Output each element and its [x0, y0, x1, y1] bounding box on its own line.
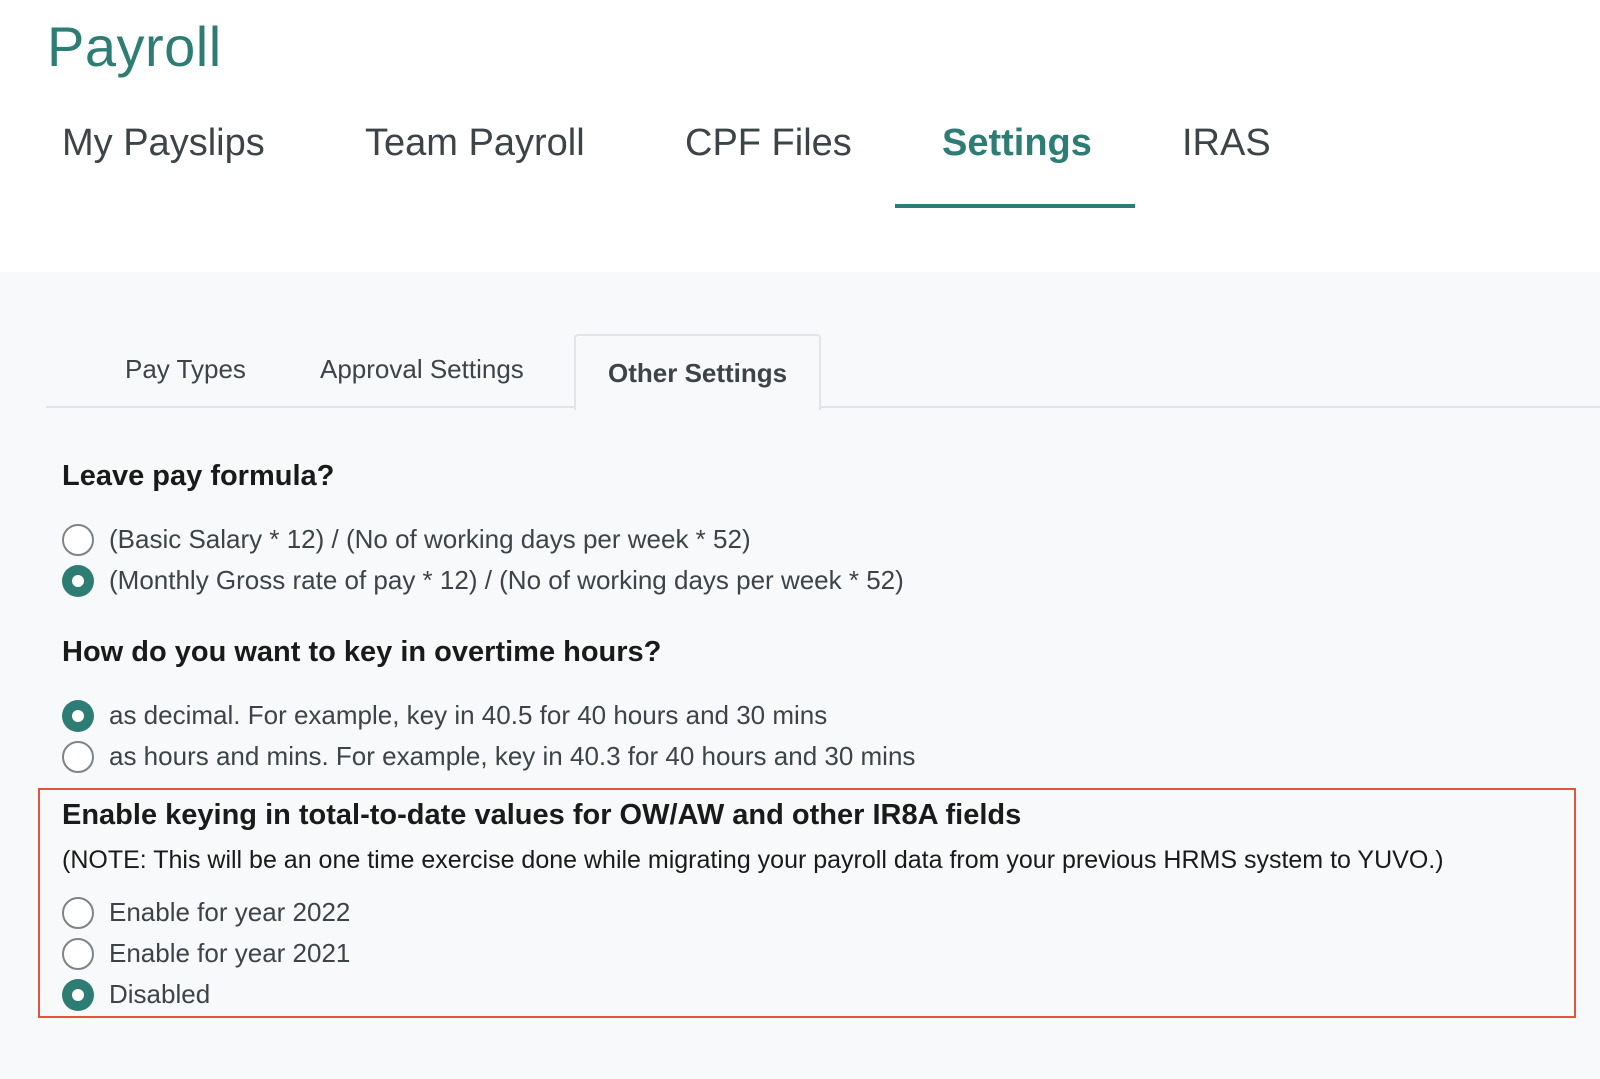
- radio-label: (Monthly Gross rate of pay * 12) / (No o…: [109, 565, 904, 595]
- leave-pay-option-gross[interactable]: (Monthly Gross rate of pay * 12) / (No o…: [62, 560, 904, 601]
- ttd-option-disabled[interactable]: Disabled: [62, 974, 350, 1015]
- radio-checked-icon[interactable]: [62, 564, 94, 597]
- total-to-date-section: Enable keying in total-to-date values fo…: [62, 799, 1444, 875]
- total-to-date-title: Enable keying in total-to-date values fo…: [62, 799, 1022, 831]
- sub-tab-other-settings[interactable]: Other Settings: [574, 334, 822, 410]
- radio-unchecked-icon[interactable]: [62, 896, 94, 929]
- leave-pay-section: Leave pay formula?: [62, 460, 334, 493]
- main-tab-bar: My Payslips Team Payroll CPF Files Setti…: [0, 100, 1600, 210]
- overtime-option-decimal[interactable]: as decimal. For example, key in 40.5 for…: [62, 695, 915, 736]
- total-to-date-options: Enable for year 2022 Enable for year 202…: [62, 892, 350, 1015]
- overtime-option-hours-mins[interactable]: as hours and mins. For example, key in 4…: [62, 736, 915, 777]
- sub-tab-divider: [46, 406, 1600, 408]
- radio-label: as decimal. For example, key in 40.5 for…: [109, 700, 828, 730]
- radio-unchecked-icon[interactable]: [62, 937, 94, 970]
- tab-my-payslips[interactable]: My Payslips: [62, 122, 265, 165]
- sub-tab-approval-settings[interactable]: Approval Settings: [320, 354, 524, 385]
- active-tab-indicator: [895, 204, 1135, 208]
- app-title: Payroll: [47, 15, 222, 78]
- overtime-section: How do you want to key in overtime hours…: [62, 636, 661, 669]
- radio-label: Enable for year 2022: [109, 897, 351, 927]
- radio-label: (Basic Salary * 12) / (No of working day…: [109, 524, 751, 554]
- tab-iras[interactable]: IRAS: [1182, 122, 1271, 165]
- tab-cpf-files[interactable]: CPF Files: [685, 122, 852, 165]
- overtime-options: as decimal. For example, key in 40.5 for…: [62, 695, 915, 777]
- total-to-date-note: (NOTE: This will be an one time exercise…: [62, 846, 1444, 874]
- ttd-option-2022[interactable]: Enable for year 2022: [62, 892, 350, 933]
- leave-pay-title: Leave pay formula?: [62, 460, 335, 492]
- tab-team-payroll[interactable]: Team Payroll: [365, 122, 585, 165]
- tab-settings[interactable]: Settings: [942, 122, 1092, 165]
- ttd-option-2021[interactable]: Enable for year 2021: [62, 933, 350, 974]
- settings-content: Pay Types Approval Settings Other Settin…: [0, 272, 1600, 1079]
- overtime-title: How do you want to key in overtime hours…: [62, 636, 662, 668]
- radio-checked-icon[interactable]: [62, 699, 94, 732]
- sub-tab-pay-types[interactable]: Pay Types: [125, 354, 246, 385]
- radio-label: as hours and mins. For example, key in 4…: [109, 741, 916, 771]
- radio-label: Enable for year 2021: [109, 938, 351, 968]
- sub-tab-bar: Pay Types Approval Settings Other Settin…: [46, 334, 1600, 410]
- radio-unchecked-icon[interactable]: [62, 740, 94, 773]
- radio-label: Disabled: [109, 979, 211, 1009]
- radio-unchecked-icon[interactable]: [62, 523, 94, 556]
- leave-pay-option-basic[interactable]: (Basic Salary * 12) / (No of working day…: [62, 519, 904, 560]
- radio-checked-icon[interactable]: [62, 978, 94, 1011]
- leave-pay-options: (Basic Salary * 12) / (No of working day…: [62, 519, 904, 601]
